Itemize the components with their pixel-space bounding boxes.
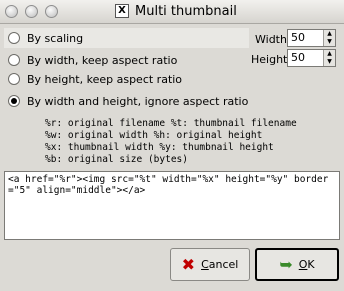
radio-label: By height, keep aspect ratio (27, 72, 183, 86)
placeholder-help: %r: original filename %t: thumbnail file… (45, 118, 297, 166)
radio-indicator (8, 32, 20, 44)
radio-indicator (8, 54, 20, 66)
zoom-window-button[interactable] (45, 5, 58, 18)
radio-by-height[interactable]: By height, keep aspect ratio (8, 70, 182, 88)
minimize-window-button[interactable] (25, 5, 38, 18)
title-bar: X Multi thumbnail (0, 0, 344, 24)
help-line: %w: original width %h: original height (45, 130, 263, 141)
height-label: Height (251, 53, 288, 66)
radio-by-width[interactable]: By width, keep aspect ratio (8, 51, 177, 69)
cancel-button[interactable]: ✖ Cancel (170, 248, 250, 281)
help-line: %b: original size (bytes) (45, 154, 188, 165)
cancel-x-icon: ✖ (181, 254, 196, 274)
radio-label: By scaling (27, 31, 84, 45)
width-spinner[interactable]: 50 ▲ ▼ (287, 29, 336, 47)
radio-label: By width, keep aspect ratio (27, 53, 178, 67)
height-decrement-button[interactable]: ▼ (323, 58, 335, 66)
cancel-label: Cancel (201, 258, 239, 271)
template-textarea[interactable]: <a href="%r"><img src="%t" width="%x" he… (4, 171, 340, 240)
help-line: %x: thumbnail width %y: thumbnail height (45, 142, 274, 153)
ok-label: OK (298, 258, 315, 271)
radio-indicator (8, 73, 20, 85)
x11-app-icon: X (115, 4, 129, 18)
radio-by-scaling[interactable]: By scaling (8, 29, 83, 47)
radio-indicator-selected (8, 95, 20, 107)
width-decrement-button[interactable]: ▼ (323, 38, 335, 46)
height-value: 50 (291, 51, 305, 64)
help-line: %r: original filename %t: thumbnail file… (45, 118, 297, 129)
close-window-button[interactable] (5, 5, 18, 18)
radio-label: By width and height, ignore aspect ratio (27, 94, 249, 108)
height-spinner[interactable]: 50 ▲ ▼ (287, 49, 336, 67)
width-value: 50 (291, 31, 305, 44)
width-label: Width (255, 33, 287, 46)
window-title: Multi thumbnail (135, 4, 237, 19)
ok-button[interactable]: ➥ OK (255, 248, 339, 281)
ok-arrow-icon: ➥ (279, 254, 293, 274)
radio-by-width-height[interactable]: By width and height, ignore aspect ratio (8, 92, 248, 110)
